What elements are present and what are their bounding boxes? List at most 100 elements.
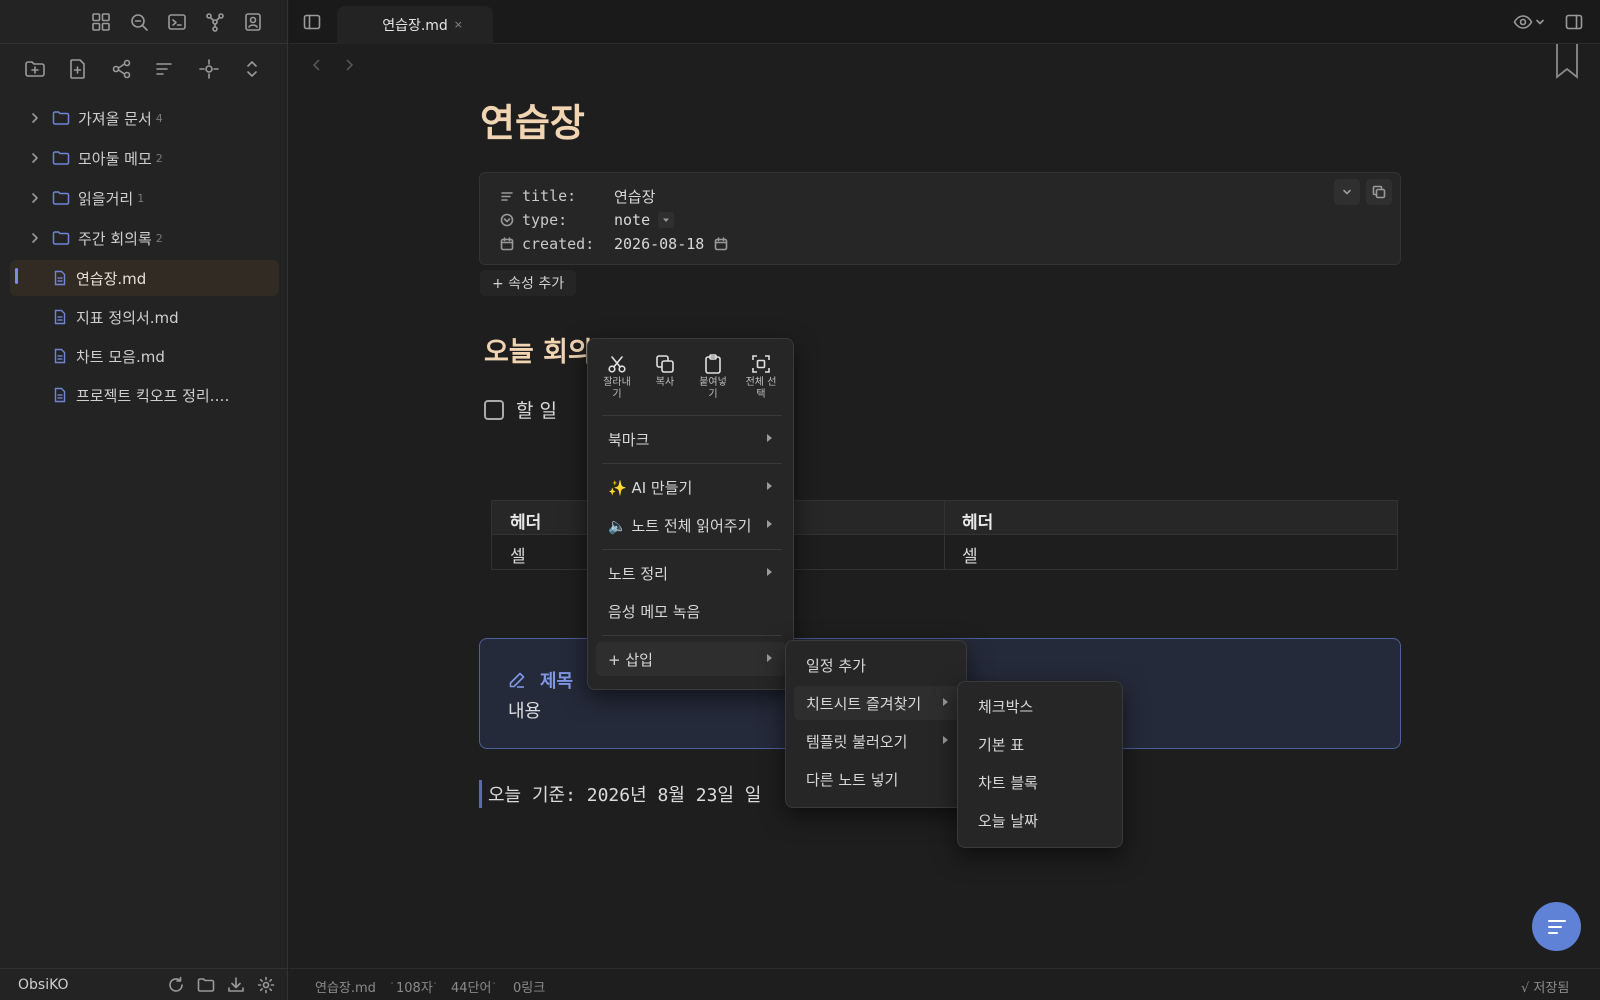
- file-item[interactable]: 차트 모음.md: [10, 338, 279, 374]
- terminal-icon[interactable]: [167, 12, 187, 32]
- menu-item-organize[interactable]: 노트 정리: [596, 556, 786, 590]
- chevron-right-icon: [767, 482, 772, 490]
- add-property-button[interactable]: + 속성 추가: [480, 270, 577, 296]
- text-icon: [500, 189, 514, 203]
- file-item[interactable]: 프로젝트 킥오프 정리.…: [10, 377, 279, 413]
- folder-count: 1: [137, 191, 145, 205]
- forward-icon[interactable]: [343, 58, 355, 72]
- new-note-icon[interactable]: [67, 58, 89, 80]
- heading-2[interactable]: 오늘 회의: [484, 330, 593, 369]
- status-file[interactable]: 연습장.md: [315, 977, 376, 996]
- sort-icon[interactable]: [153, 58, 175, 80]
- menu-item-label: 오늘 날짜: [978, 811, 1038, 830]
- copy-icon[interactable]: [1366, 179, 1392, 205]
- chevron-down-icon[interactable]: [658, 212, 675, 228]
- right-sidebar-toggle-icon[interactable]: [1565, 13, 1583, 31]
- table-cell[interactable]: 셀: [510, 542, 526, 567]
- table-divider: [944, 501, 945, 534]
- menu-item-cheatsheet[interactable]: 치트시트 즐겨찾기: [794, 686, 962, 720]
- outline-button[interactable]: [1532, 902, 1581, 951]
- copy-button[interactable]: 복사: [643, 353, 687, 389]
- menu-item-add-event[interactable]: 일정 추가: [794, 648, 962, 682]
- menu-item-record[interactable]: 음성 메모 녹음: [596, 594, 786, 628]
- back-icon[interactable]: [311, 58, 323, 72]
- folder-item[interactable]: 모아둘 메모 2: [10, 140, 279, 176]
- cheatsheet-submenu: 체크박스 기본 표 차트 블록 오늘 날짜: [957, 681, 1123, 848]
- callout-title-text: 제목: [540, 671, 574, 692]
- property-value[interactable]: note: [614, 211, 650, 229]
- locate-icon[interactable]: [198, 58, 220, 80]
- context-menu: 잘라내 기 복사 붙여넣 기 전체 선택 북마크 ✨ AI 만들기 🔈 노트 전체 …: [587, 338, 794, 690]
- property-value[interactable]: 2026-08-18: [614, 235, 704, 253]
- folder-icon[interactable]: [197, 976, 215, 994]
- tab-active[interactable]: 연습장.md ×: [337, 6, 493, 44]
- reading-view-icon[interactable]: [1513, 13, 1545, 31]
- tab-bar: 연습장.md ×: [289, 0, 1600, 44]
- property-row[interactable]: title: 연습장: [500, 185, 655, 207]
- select-icon: [500, 213, 514, 227]
- menu-item-today-date[interactable]: 오늘 날짜: [966, 803, 1116, 837]
- bookmark-icon[interactable]: [1554, 44, 1580, 80]
- task-item[interactable]: 할 일: [484, 396, 557, 423]
- graph-icon[interactable]: [205, 12, 225, 32]
- chevron-right-icon: [28, 151, 42, 165]
- menu-item-template[interactable]: 템플릿 불러오기: [794, 724, 962, 758]
- today-line[interactable]: 오늘 기준: 2026년 8월 23일 일: [479, 780, 761, 808]
- tree-icon[interactable]: [111, 58, 133, 80]
- menu-item-chart-block[interactable]: 차트 블록: [966, 765, 1116, 799]
- menu-item-basic-table[interactable]: 기본 표: [966, 727, 1116, 761]
- menu-item-checkbox[interactable]: 체크박스: [966, 689, 1116, 723]
- collapse-icon[interactable]: [241, 58, 263, 80]
- menu-item-bookmark[interactable]: 북마크: [596, 422, 786, 456]
- download-icon[interactable]: [227, 976, 245, 994]
- task-label[interactable]: 할 일: [516, 396, 557, 423]
- folder-label: 주간 회의록: [78, 229, 152, 248]
- refresh-icon[interactable]: [167, 976, 185, 994]
- profile-icon[interactable]: [243, 12, 263, 32]
- task-checkbox[interactable]: [484, 399, 504, 420]
- note-title[interactable]: 연습장: [480, 92, 585, 147]
- folder-icon: [52, 189, 70, 207]
- collapse-properties-button[interactable]: [1334, 179, 1360, 205]
- property-row[interactable]: created: 2026-08-18: [500, 233, 728, 255]
- sidebar-toggle-icon[interactable]: [303, 13, 321, 31]
- calendar-icon[interactable]: [714, 237, 728, 251]
- copy-icon: [654, 353, 676, 375]
- status-bar: 연습장.md · 108자 · 44단어 · 0링크 √ 저장됨: [289, 968, 1600, 1000]
- menu-item-read-aloud[interactable]: 🔈 노트 전체 읽어주기: [596, 508, 786, 542]
- paste-button[interactable]: 붙여넣 기: [691, 353, 735, 401]
- file-item-active[interactable]: 연습장.md: [10, 260, 279, 296]
- file-item[interactable]: 지표 정의서.md: [10, 299, 279, 335]
- status-saved: √ 저장됨: [1521, 981, 1570, 996]
- menu-item-label: 일정 추가: [806, 656, 866, 675]
- menu-item-ai[interactable]: ✨ AI 만들기: [596, 470, 786, 504]
- folder-item[interactable]: 가져올 문서 4: [10, 100, 279, 136]
- menu-item-embed-note[interactable]: 다른 노트 넣기: [794, 762, 962, 796]
- status-separator: ·: [390, 977, 395, 992]
- new-folder-icon[interactable]: [24, 58, 46, 80]
- cut-label: 잘라내 기: [603, 377, 631, 400]
- menu-item-insert[interactable]: + 삽입: [596, 642, 786, 676]
- table-cell[interactable]: 셀: [962, 542, 978, 567]
- close-icon[interactable]: ×: [454, 18, 463, 31]
- vault-name[interactable]: ObsiKO: [18, 977, 69, 993]
- select-all-icon: [750, 353, 772, 375]
- dashboard-icon[interactable]: [91, 12, 111, 32]
- property-row[interactable]: type: note: [500, 209, 675, 231]
- ribbon: [0, 0, 288, 44]
- table-header-cell[interactable]: 헤더: [510, 508, 541, 533]
- property-value[interactable]: 연습장: [614, 186, 655, 207]
- folder-icon: [52, 229, 70, 247]
- file-icon: [52, 387, 68, 403]
- select-all-button[interactable]: 전체 선택: [739, 353, 783, 401]
- cut-button[interactable]: 잘라내 기: [595, 353, 639, 401]
- table-header-cell[interactable]: 헤더: [962, 508, 993, 533]
- folder-item[interactable]: 읽을거리 1: [10, 180, 279, 216]
- calendar-icon: [500, 237, 514, 251]
- settings-icon[interactable]: [257, 976, 275, 994]
- search-icon[interactable]: [129, 12, 149, 32]
- select-all-label: 전체 선택: [745, 377, 777, 400]
- folder-item[interactable]: 주간 회의록 2: [10, 220, 279, 256]
- tab-title: 연습장.md: [382, 18, 448, 34]
- menu-item-label: 체크박스: [978, 697, 1034, 716]
